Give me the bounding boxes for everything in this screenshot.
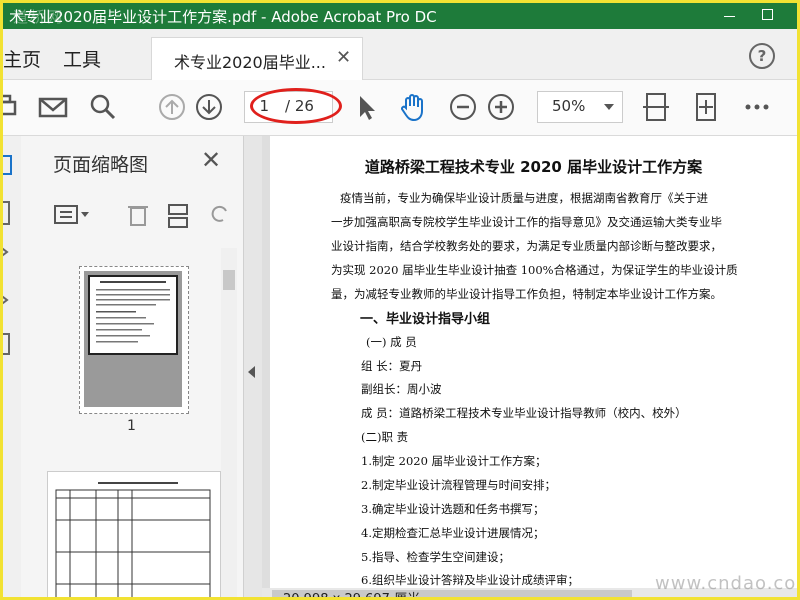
duty-item: 2.制定毕业设计流程管理与时间安排； (361, 478, 556, 492)
zoom-select[interactable]: 50% (537, 91, 623, 123)
maximize-icon (762, 9, 773, 20)
menu-tools[interactable]: 工具 (63, 45, 101, 72)
window-title: 术专业2020届毕业设计工作方案.pdf - Adobe Acrobat Pro… (9, 8, 437, 26)
paragraph-line: 为实现 2020 届毕业生毕业设计抽查 100%合格通过，为保证学生的毕业设计质 (331, 263, 738, 277)
leader-line: 组 长：夏丹 (361, 359, 423, 373)
pdf-page: 道路桥梁工程技术专业 2020 届毕业设计工作方案 疫情当前，专业为确保毕业设计… (270, 136, 797, 588)
page-down-icon[interactable] (192, 90, 226, 124)
panel-title: 页面缩略图 (53, 154, 149, 176)
extract-pages-icon[interactable] (168, 204, 188, 228)
page-size-status: 20.998 x 29.697 厘米 (283, 592, 421, 600)
thumbnail-scrollbar[interactable] (221, 248, 237, 597)
document-tab-label: 术专业2020届毕业... (174, 53, 326, 72)
thumbnails-list: 1 (21, 246, 243, 597)
tab-bar: 主页 工具 术专业2020届毕业... ✕ ? (3, 29, 797, 80)
chevron-down-icon (604, 104, 614, 110)
zoom-in-icon[interactable] (484, 90, 518, 124)
zoom-out-icon[interactable] (446, 90, 480, 124)
highlight-ellipse (250, 88, 342, 124)
duty-item: 1.制定 2020 届毕业设计工作方案； (361, 454, 547, 468)
visible-area-frame[interactable] (88, 275, 178, 355)
close-panel-icon[interactable]: ✕ (201, 146, 221, 174)
maximize-button[interactable] (750, 3, 786, 29)
navigation-rail (3, 136, 22, 597)
paragraph-line: 疫情当前，专业为确保毕业设计质量与进度，根据湖南省教育厅《关于进 (340, 191, 708, 205)
minimize-button[interactable] (711, 3, 747, 29)
site-watermark: www.cndao.com (655, 573, 800, 594)
duty-item: 6.组织毕业设计答辩及毕业设计成绩评审； (361, 573, 579, 587)
zoom-value: 50% (552, 97, 586, 115)
paragraph-line: 业设计指南，结合学校教务处的要求，为满足专业质量内部诊断与整改要求， (331, 239, 722, 253)
hand-tool-icon[interactable] (397, 90, 431, 124)
rail-icons[interactable] (3, 136, 21, 356)
duty-item: 5.指导、检查学生空间建设； (361, 550, 510, 564)
section-heading: 一、毕业设计指导小组 (360, 312, 491, 327)
scrollbar-thumb[interactable] (223, 270, 235, 290)
document-heading: 道路桥梁工程技术专业 2020 届毕业设计工作方案 (364, 158, 703, 176)
panel-splitter[interactable] (244, 136, 262, 597)
rotate-icon[interactable] (211, 205, 227, 222)
page-up-icon[interactable] (155, 90, 189, 124)
thumbnail-page-1[interactable] (79, 266, 189, 414)
delete-icon[interactable] (128, 206, 148, 226)
search-icon[interactable] (86, 90, 120, 124)
document-tab[interactable]: 术专业2020届毕业... ✕ (151, 37, 363, 80)
paragraph-line: 一步加强高职高专院校学生毕业设计工作的指导意见》及交通运输大类专业毕 (331, 215, 722, 229)
duty-item: 4.定期检查汇总毕业设计进展情况； (361, 526, 545, 540)
toolbar: 1 / 26 50% (3, 80, 797, 136)
minimize-icon (724, 16, 735, 17)
duty-item: 3.确定毕业设计选题和任务书撰写； (361, 502, 545, 516)
full-screen-icon[interactable] (689, 90, 723, 124)
thumbnail-page-1-image (84, 271, 182, 407)
subsection-heading: (一) 成 员 (366, 335, 417, 349)
watermark-logo: 道桥网 (13, 8, 65, 26)
members-line: 成 员：道路桥梁工程技术专业毕业设计指导教师（校内、校外） (361, 406, 687, 420)
collapse-panel-icon[interactable] (248, 366, 255, 378)
title-bar: 术专业2020届毕业设计工作方案.pdf - Adobe Acrobat Pro… (3, 3, 797, 29)
help-icon[interactable]: ? (749, 43, 775, 69)
document-view[interactable]: 道路桥梁工程技术专业 2020 届毕业设计工作方案 疫情当前，专业为确保毕业设计… (262, 136, 797, 597)
menu-home[interactable]: 主页 (3, 45, 41, 72)
thumbnail-page-number: 1 (127, 418, 136, 434)
mail-icon[interactable] (36, 90, 70, 124)
subsection-heading: (二)职 责 (361, 430, 409, 444)
more-icon[interactable] (740, 90, 774, 124)
options-menu-icon[interactable] (54, 205, 89, 224)
vice-leader-line: 副组长：周小波 (361, 382, 442, 396)
thumbnail-page-2[interactable] (47, 471, 221, 597)
print-icon[interactable] (3, 90, 21, 124)
fit-page-icon[interactable] (639, 90, 673, 124)
close-tab-icon[interactable]: ✕ (336, 47, 351, 68)
acrobat-window: 术专业2020届毕业设计工作方案.pdf - Adobe Acrobat Pro… (0, 0, 800, 600)
select-pointer-icon[interactable] (349, 90, 383, 124)
thumbnail-tools (51, 200, 241, 230)
page-thumbnails-panel: 页面缩略图 ✕ 1 (21, 136, 244, 597)
paragraph-line: 量，为减轻专业教师的毕业设计指导工作负担，特制定本毕业设计工作方案。 (331, 287, 722, 301)
